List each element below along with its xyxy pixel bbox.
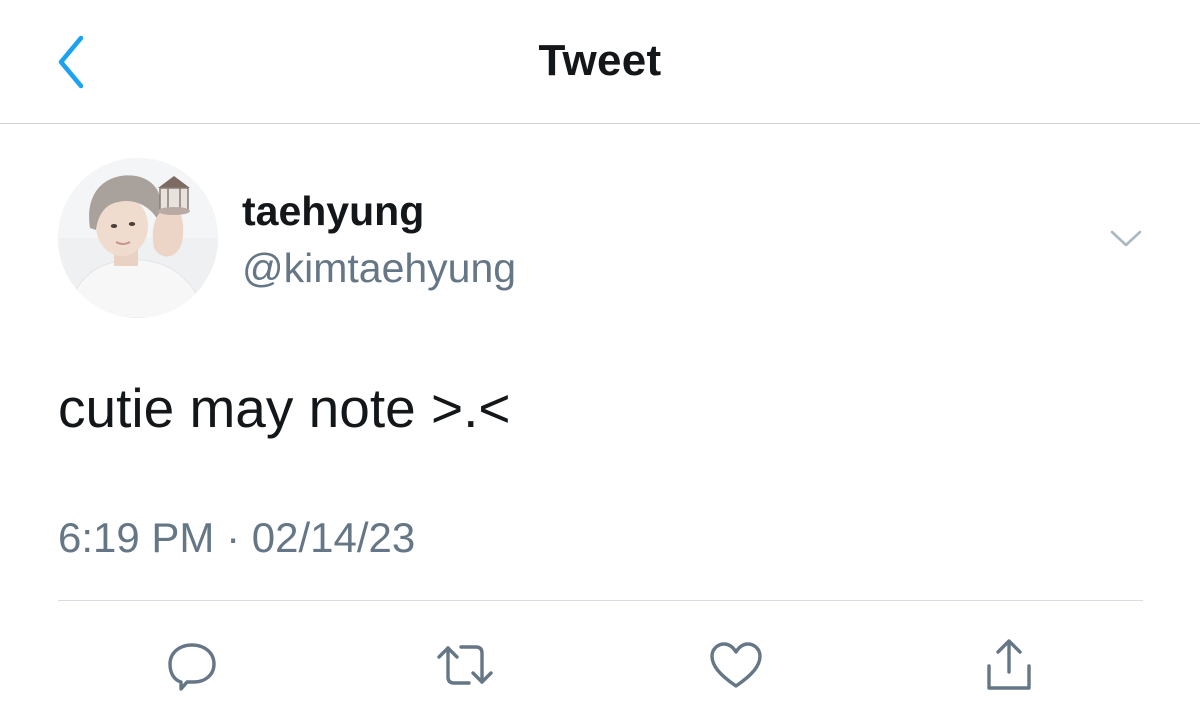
author-display-name[interactable]: taehyung [242,188,424,235]
page-title: Tweet [538,36,662,85]
like-button[interactable] [701,630,771,700]
share-icon [987,639,1031,690]
reply-button[interactable] [157,630,227,700]
retweet-button[interactable] [430,630,500,700]
retweet-icon [437,645,493,685]
navigation-bar: Tweet [0,0,1200,124]
tweet-text: cutie may note >.< [58,377,511,439]
profile-photo [58,158,218,318]
chevron-down-icon [1110,230,1142,247]
share-button[interactable] [974,630,1044,700]
like-icon [710,642,762,688]
reply-icon [168,643,216,691]
tweet-timestamp: 6:19 PM · 02/14/23 [58,514,416,561]
divider [58,600,1143,601]
more-options-button[interactable] [1100,216,1152,260]
avatar[interactable] [58,158,218,318]
author-handle[interactable]: @kimtaehyung [242,245,516,292]
